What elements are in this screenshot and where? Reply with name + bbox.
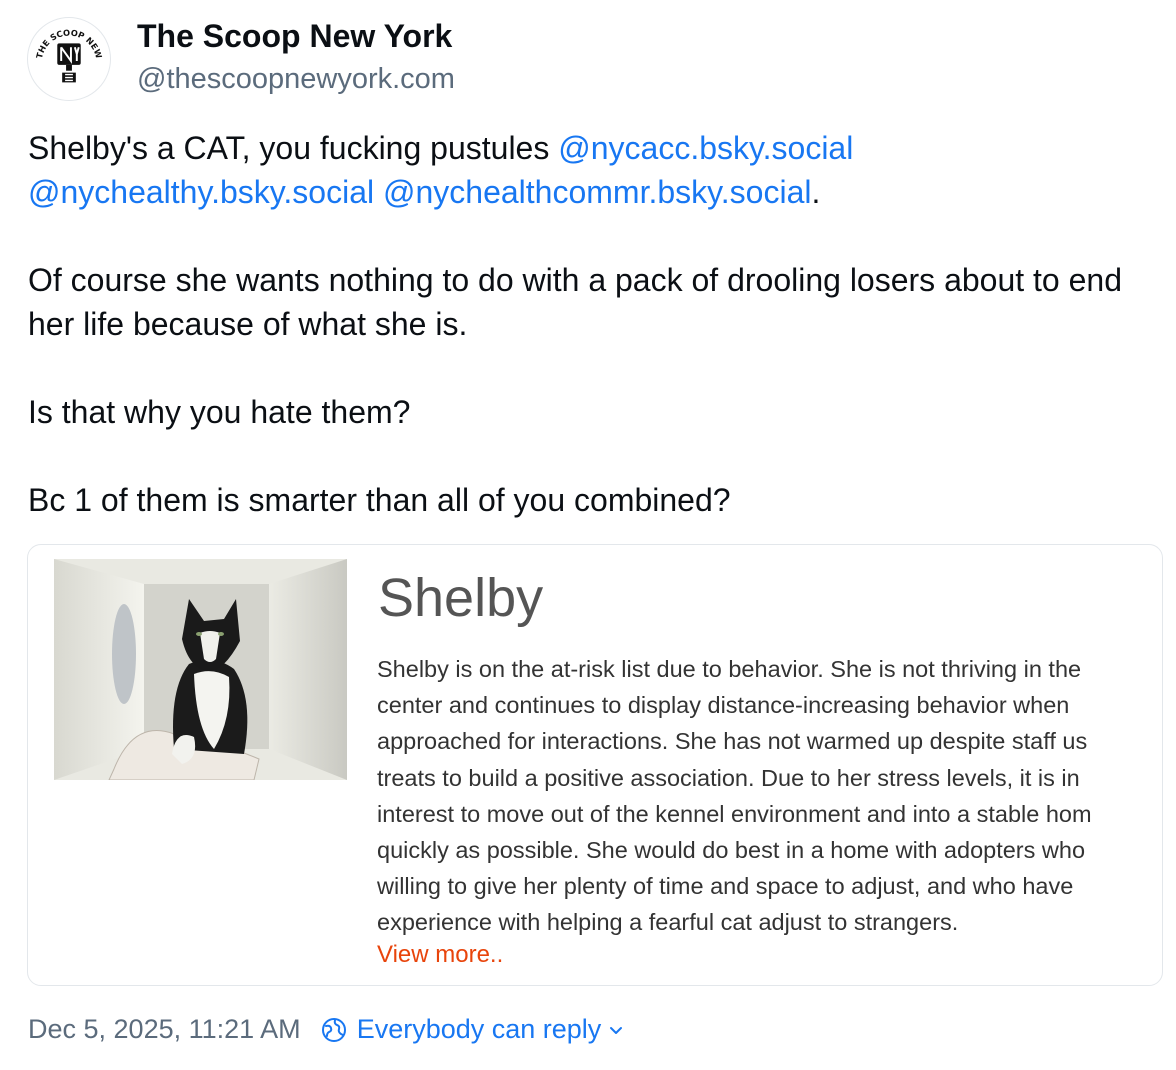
cat-photo <box>54 559 347 780</box>
scoop-logo-icon: THE SCOOP NEW YORK <box>28 18 109 99</box>
mention-nychealthcommr[interactable]: @nychealthcommr.bsky.social <box>383 174 811 210</box>
post-text: Shelby's a CAT, you fucking pustules @ny… <box>28 126 1158 522</box>
reply-setting-label: Everybody can reply <box>356 1014 602 1044</box>
mention-nycacc[interactable]: @nycacc.bsky.social <box>558 130 853 166</box>
post-footer: Dec 5, 2025, 11:21 AM Everybody can repl… <box>28 1014 623 1045</box>
post-paragraph-4: Bc 1 of them is smarter than all of you … <box>28 482 731 518</box>
chevron-down-icon <box>610 1026 623 1034</box>
card-description-line: willing to give her plenty of time and s… <box>377 873 1074 900</box>
card-description-line: interest to move out of the kennel envir… <box>377 800 1092 827</box>
card-title: Shelby <box>378 568 544 628</box>
post-timestamp[interactable]: Dec 5, 2025, 11:21 AM <box>28 1014 301 1045</box>
globe-icon <box>321 1017 346 1042</box>
post-paragraph-1: Shelby's a CAT, you fucking pustules @ny… <box>28 126 1158 214</box>
view-more-link: View more.. <box>377 941 504 968</box>
author-display-name[interactable]: The Scoop New York <box>137 18 452 55</box>
post: THE SCOOP NEW YORK The Scoop New York @t… <box>0 0 1176 1070</box>
card-description-line: quickly as possible. She would do best i… <box>377 837 1086 864</box>
post-text-line1: Shelby's a CAT, you fucking pustules <box>28 130 559 166</box>
reply-setting-button[interactable]: Everybody can reply <box>321 1014 624 1045</box>
post-paragraph-2: Of course she wants nothing to do with a… <box>28 262 1122 342</box>
avatar[interactable]: THE SCOOP NEW YORK <box>27 17 111 101</box>
card-description-line: experience with helping a fearful cat ad… <box>377 909 959 936</box>
post-paragraph-3: Is that why you hate them? <box>28 394 411 430</box>
card-description-line: Shelby is on the at-risk list due to beh… <box>377 656 1082 682</box>
card-description-line: center and continues to display distance… <box>377 692 1070 719</box>
mention-nychealthy[interactable]: @nychealthy.bsky.social <box>28 174 374 210</box>
card-description: Shelby is on the at-risk list due to beh… <box>377 651 1162 941</box>
post-text-period: . <box>811 174 821 210</box>
cat-photo-icon <box>54 559 347 780</box>
card-description-line: treats to build a positive association. … <box>377 764 1080 791</box>
card-description-line: approached for interactions. She has not… <box>377 728 1088 755</box>
embedded-image[interactable]: Shelby Shelby is on the at-risk list due… <box>27 544 1163 986</box>
author-handle[interactable]: @thescoopnewyork.com <box>137 63 455 96</box>
